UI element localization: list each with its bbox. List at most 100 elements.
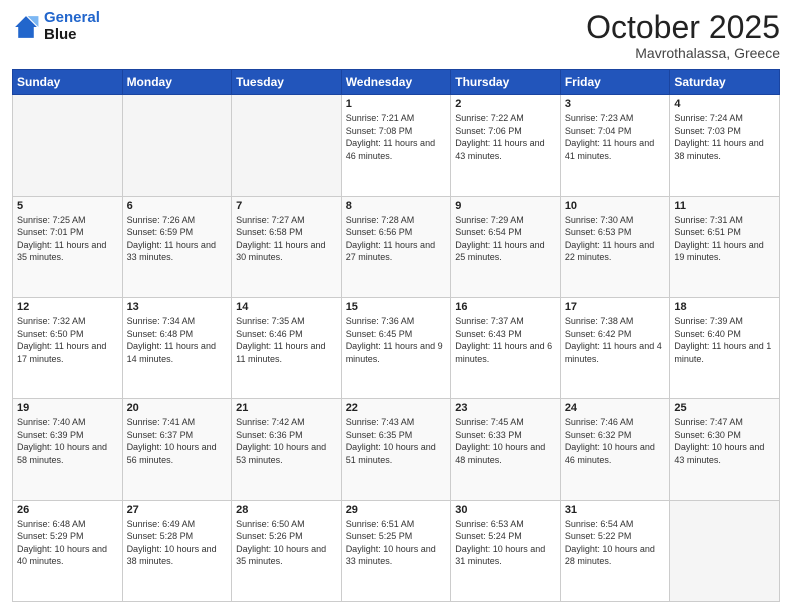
title-block: October 2025 Mavrothalassa, Greece (586, 10, 780, 61)
day-info: Sunrise: 7:40 AM Sunset: 6:39 PM Dayligh… (17, 416, 118, 466)
day-info: Sunrise: 7:36 AM Sunset: 6:45 PM Dayligh… (346, 315, 447, 365)
day-number: 11 (674, 200, 775, 212)
calendar-cell: 18 Sunrise: 7:39 AM Sunset: 6:40 PM Dayli… (670, 297, 780, 398)
calendar-header-row: Sunday Monday Tuesday Wednesday Thursday… (13, 70, 780, 95)
calendar-cell: 6Sunrise: 7:26 AM Sunset: 6:59 PM Daylig… (122, 196, 232, 297)
calendar-cell: 27Sunrise: 6:49 AM Sunset: 5:28 PM Dayli… (122, 500, 232, 601)
day-info: Sunrise: 7:25 AM Sunset: 7:01 PM Dayligh… (17, 214, 118, 264)
calendar-cell: 21 Sunrise: 7:42 AM Sunset: 6:36 PM Dayli… (232, 399, 342, 500)
calendar-cell: 17 Sunrise: 7:38 AM Sunset: 6:42 PM Dayli… (560, 297, 670, 398)
day-info: Sunrise: 6:54 AM Sunset: 5:22 PM Dayligh… (565, 518, 666, 568)
calendar-cell: 12Sunrise: 7:32 AM Sunset: 6:50 PM Dayli… (13, 297, 123, 398)
day-number: 1 (346, 98, 447, 110)
day-info: Sunrise: 7:37 AM Sunset: 6:43 PM Dayligh… (455, 315, 556, 365)
header: General Blue October 2025 Mavrothalassa,… (12, 10, 780, 61)
day-number: 10 (565, 200, 666, 212)
col-thursday: Thursday (451, 70, 561, 95)
calendar-cell: 10Sunrise: 7:30 AM Sunset: 6:53 PM Dayli… (560, 196, 670, 297)
logo-icon (12, 13, 40, 41)
day-number: 2 (455, 98, 556, 110)
calendar-cell: 19Sunrise: 7:40 AM Sunset: 6:39 PM Dayli… (13, 399, 123, 500)
col-saturday: Saturday (670, 70, 780, 95)
calendar-cell (13, 95, 123, 196)
day-number: 26 (17, 504, 118, 516)
calendar-cell: 2 Sunrise: 7:22 AM Sunset: 7:06 PM Daylig… (451, 95, 561, 196)
calendar-week-3: 12Sunrise: 7:32 AM Sunset: 6:50 PM Dayli… (13, 297, 780, 398)
day-number: 18 (674, 301, 775, 313)
day-number: 12 (17, 301, 118, 313)
day-number: 16 (455, 301, 556, 313)
calendar-cell: 13 Sunrise: 7:34 AM Sunset: 6:48 PM Dayli… (122, 297, 232, 398)
day-number: 21 (236, 402, 337, 414)
day-info: Sunrise: 7:43 AM Sunset: 6:35 PM Dayligh… (346, 416, 447, 466)
day-number: 14 (236, 301, 337, 313)
day-number: 13 (127, 301, 228, 313)
calendar-cell: 9 Sunrise: 7:29 AM Sunset: 6:54 PM Daylig… (451, 196, 561, 297)
calendar-cell: 11Sunrise: 7:31 AM Sunset: 6:51 PM Dayli… (670, 196, 780, 297)
logo-line1: General (44, 9, 100, 26)
calendar-cell: 24Sunrise: 7:46 AM Sunset: 6:32 PM Dayli… (560, 399, 670, 500)
day-number: 6 (127, 200, 228, 212)
day-info: Sunrise: 7:21 AM Sunset: 7:08 PM Dayligh… (346, 112, 447, 162)
calendar-cell (232, 95, 342, 196)
calendar-cell: 20 Sunrise: 7:41 AM Sunset: 6:37 PM Dayli… (122, 399, 232, 500)
day-info: Sunrise: 7:27 AM Sunset: 6:58 PM Dayligh… (236, 214, 337, 264)
calendar-cell: 15 Sunrise: 7:36 AM Sunset: 6:45 PM Dayli… (341, 297, 451, 398)
calendar-cell: 25Sunrise: 7:47 AM Sunset: 6:30 PM Dayli… (670, 399, 780, 500)
calendar-cell: 16 Sunrise: 7:37 AM Sunset: 6:43 PM Dayli… (451, 297, 561, 398)
col-monday: Monday (122, 70, 232, 95)
day-info: Sunrise: 7:24 AM Sunset: 7:03 PM Dayligh… (674, 112, 775, 162)
calendar-subtitle: Mavrothalassa, Greece (586, 45, 780, 61)
calendar-cell (670, 500, 780, 601)
day-number: 22 (346, 402, 447, 414)
day-info: Sunrise: 7:28 AM Sunset: 6:56 PM Dayligh… (346, 214, 447, 264)
day-number: 9 (455, 200, 556, 212)
logo-text: General Blue (44, 10, 100, 43)
calendar-cell: 22 Sunrise: 7:43 AM Sunset: 6:35 PM Dayli… (341, 399, 451, 500)
calendar-week-2: 5 Sunrise: 7:25 AM Sunset: 7:01 PM Daylig… (13, 196, 780, 297)
day-info: Sunrise: 7:34 AM Sunset: 6:48 PM Dayligh… (127, 315, 228, 365)
day-info: Sunrise: 7:47 AM Sunset: 6:30 PM Dayligh… (674, 416, 775, 466)
calendar-week-5: 26 Sunrise: 6:48 AM Sunset: 5:29 PM Dayli… (13, 500, 780, 601)
day-number: 20 (127, 402, 228, 414)
day-info: Sunrise: 7:39 AM Sunset: 6:40 PM Dayligh… (674, 315, 775, 365)
day-number: 7 (236, 200, 337, 212)
calendar-cell: 8 Sunrise: 7:28 AM Sunset: 6:56 PM Daylig… (341, 196, 451, 297)
day-number: 27 (127, 504, 228, 516)
day-info: Sunrise: 6:53 AM Sunset: 5:24 PM Dayligh… (455, 518, 556, 568)
calendar-week-4: 19Sunrise: 7:40 AM Sunset: 6:39 PM Dayli… (13, 399, 780, 500)
col-friday: Friday (560, 70, 670, 95)
col-wednesday: Wednesday (341, 70, 451, 95)
day-number: 15 (346, 301, 447, 313)
calendar-cell: 14 Sunrise: 7:35 AM Sunset: 6:46 PM Dayli… (232, 297, 342, 398)
calendar-cell: 3Sunrise: 7:23 AM Sunset: 7:04 PM Daylig… (560, 95, 670, 196)
day-number: 4 (674, 98, 775, 110)
day-info: Sunrise: 7:45 AM Sunset: 6:33 PM Dayligh… (455, 416, 556, 466)
calendar-cell: 26 Sunrise: 6:48 AM Sunset: 5:29 PM Dayli… (13, 500, 123, 601)
day-info: Sunrise: 7:38 AM Sunset: 6:42 PM Dayligh… (565, 315, 666, 365)
day-info: Sunrise: 7:35 AM Sunset: 6:46 PM Dayligh… (236, 315, 337, 365)
day-number: 31 (565, 504, 666, 516)
calendar-cell: 4 Sunrise: 7:24 AM Sunset: 7:03 PM Daylig… (670, 95, 780, 196)
col-sunday: Sunday (13, 70, 123, 95)
calendar-week-1: 1 Sunrise: 7:21 AM Sunset: 7:08 PM Daylig… (13, 95, 780, 196)
day-info: Sunrise: 7:41 AM Sunset: 6:37 PM Dayligh… (127, 416, 228, 466)
day-info: Sunrise: 6:48 AM Sunset: 5:29 PM Dayligh… (17, 518, 118, 568)
day-number: 17 (565, 301, 666, 313)
day-number: 8 (346, 200, 447, 212)
calendar-cell (122, 95, 232, 196)
calendar-cell: 29Sunrise: 6:51 AM Sunset: 5:25 PM Dayli… (341, 500, 451, 601)
day-info: Sunrise: 7:22 AM Sunset: 7:06 PM Dayligh… (455, 112, 556, 162)
day-number: 30 (455, 504, 556, 516)
day-info: Sunrise: 7:42 AM Sunset: 6:36 PM Dayligh… (236, 416, 337, 466)
logo-line2: Blue (44, 27, 100, 44)
day-info: Sunrise: 7:29 AM Sunset: 6:54 PM Dayligh… (455, 214, 556, 264)
day-info: Sunrise: 6:50 AM Sunset: 5:26 PM Dayligh… (236, 518, 337, 568)
day-number: 5 (17, 200, 118, 212)
calendar-table: Sunday Monday Tuesday Wednesday Thursday… (12, 69, 780, 602)
calendar-cell: 28 Sunrise: 6:50 AM Sunset: 5:26 PM Dayli… (232, 500, 342, 601)
page: General Blue October 2025 Mavrothalassa,… (0, 0, 792, 612)
day-number: 23 (455, 402, 556, 414)
day-number: 28 (236, 504, 337, 516)
day-info: Sunrise: 7:23 AM Sunset: 7:04 PM Dayligh… (565, 112, 666, 162)
